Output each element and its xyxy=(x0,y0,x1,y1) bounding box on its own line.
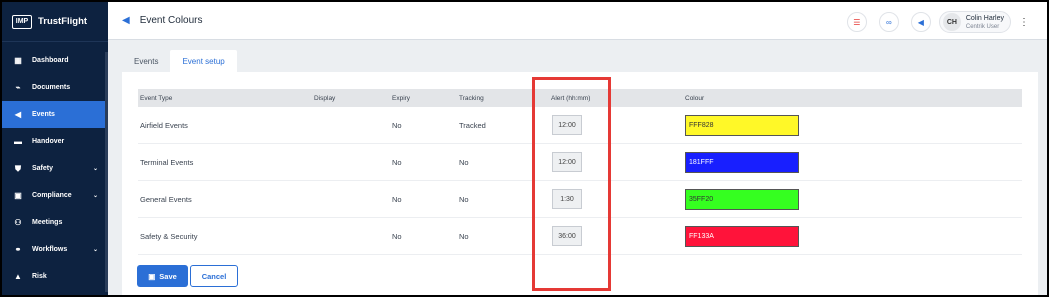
sidebar-item-safety[interactable]: ⛊ Safety ⌄ xyxy=(2,155,108,182)
expiry-cell: No xyxy=(392,231,402,241)
tab-bar: Events Event setup xyxy=(122,50,237,72)
event-type-cell: Airfield Events xyxy=(140,120,188,130)
warning-icon: ▲ xyxy=(14,272,22,281)
expiry-cell: No xyxy=(392,120,402,130)
compliance-icon: ▣ xyxy=(14,191,22,200)
sidebar-item-handover[interactable]: ▬ Handover xyxy=(2,128,108,155)
colour-picker-input[interactable]: 35FF20 xyxy=(685,188,799,210)
header: ◀ Event Colours ☰ ∞ ◀ CH Colin Harley Ce… xyxy=(108,2,1047,40)
cancel-button[interactable]: Cancel xyxy=(190,265,238,287)
app-window: IMP TrustFlight ▦ Dashboard ⌁ Documents ◀ Eve… xyxy=(2,2,1047,295)
avatar: CH xyxy=(942,13,961,31)
megaphone-icon: ◀ xyxy=(14,110,22,119)
more-options-icon[interactable]: ⋮ xyxy=(1019,17,1029,28)
sidebar-item-label: Compliance xyxy=(32,192,72,199)
column-header-event-type: Event Type xyxy=(140,94,173,102)
colour-picker-input[interactable]: FFF828 xyxy=(685,114,799,136)
user-info: Colin Harley Centrik User xyxy=(966,14,1004,31)
sidebar-item-label: Meetings xyxy=(32,219,63,226)
list-icon[interactable]: ☰ xyxy=(846,12,867,32)
sidebar-item-label: Dashboard xyxy=(32,57,69,64)
sidebar-item-dashboard[interactable]: ▦ Dashboard xyxy=(2,47,108,74)
sidebar: IMP TrustFlight ▦ Dashboard ⌁ Documents ◀ Eve… xyxy=(2,2,108,295)
brand[interactable]: IMP TrustFlight xyxy=(2,2,108,42)
link-icon[interactable]: ∞ xyxy=(878,12,899,32)
sidebar-scrollbar[interactable] xyxy=(105,52,108,292)
shield-icon: ⛊ xyxy=(15,163,21,173)
colour-cell: 35FF20 xyxy=(683,188,1022,210)
event-type-cell: Safety & Security xyxy=(140,231,198,241)
save-button-label: Save xyxy=(159,271,177,281)
colour-cell: 181FFF xyxy=(683,151,1022,173)
expiry-cell: No xyxy=(392,157,402,167)
colour-cell: FF133A xyxy=(683,225,1022,247)
chevron-down-icon: ⌄ xyxy=(92,166,98,172)
save-icon: ▣ xyxy=(148,271,156,281)
sidebar-item-label: Safety xyxy=(32,165,54,172)
sidebar-item-compliance[interactable]: ▣ Compliance ⌄ xyxy=(2,182,108,209)
megaphone-icon: ◀ xyxy=(122,15,130,26)
sidebar-item-label: Workflows xyxy=(32,246,68,253)
save-button[interactable]: ▣ Save xyxy=(137,265,188,287)
chevron-down-icon: ⌄ xyxy=(92,247,98,253)
sidebar-item-label: Handover xyxy=(32,138,65,145)
sidebar-item-workflows[interactable]: ⚭ Workflows ⌄ xyxy=(2,236,108,263)
paperclip-icon: ⌁ xyxy=(15,83,21,92)
brand-logo: IMP xyxy=(12,14,32,29)
colour-picker-input[interactable]: 181FFF xyxy=(685,151,799,173)
event-type-cell: General Events xyxy=(140,194,192,204)
event-type-cell: Terminal Events xyxy=(140,157,194,167)
sidebar-item-label: Events xyxy=(32,111,55,118)
column-header-display: Display xyxy=(314,94,336,102)
user-role: Centrik User xyxy=(965,23,1000,30)
form-actions: ▣ Save Cancel xyxy=(137,265,238,287)
sidebar-item-meetings[interactable]: ⚇ Meetings xyxy=(2,209,108,236)
sidebar-item-documents[interactable]: ⌁ Documents xyxy=(2,74,108,101)
sidebar-item-label: Risk xyxy=(32,273,47,280)
meetings-icon: ⚇ xyxy=(14,218,22,227)
handover-icon: ▬ xyxy=(14,137,22,146)
header-actions: ☰ ∞ ◀ CH Colin Harley Centrik User ⋮ xyxy=(835,11,1029,33)
workflows-icon: ⚭ xyxy=(14,245,22,254)
sidebar-item-events[interactable]: ◀ Events xyxy=(2,101,108,128)
user-menu[interactable]: CH Colin Harley Centrik User xyxy=(938,11,1011,33)
column-header-expiry: Expiry xyxy=(392,94,411,102)
chevron-down-icon: ⌄ xyxy=(92,193,98,199)
expiry-cell: No xyxy=(392,194,402,204)
tab-event-setup[interactable]: Event setup xyxy=(170,50,237,72)
sidebar-nav: ▦ Dashboard ⌁ Documents ◀ Events ▬ Handover ⛊ Saf… xyxy=(2,47,108,290)
brand-name: TrustFlight xyxy=(38,16,88,27)
colour-cell: FFF828 xyxy=(683,114,1022,136)
column-header-colour: Colour xyxy=(685,94,705,102)
colour-picker-input[interactable]: FF133A xyxy=(685,225,799,247)
user-name: Colin Harley xyxy=(965,14,1004,22)
megaphone-icon[interactable]: ◀ xyxy=(910,12,931,32)
page-title: Event Colours xyxy=(139,15,203,26)
sidebar-item-risk[interactable]: ▲ Risk xyxy=(2,263,108,290)
alert-column-highlight xyxy=(532,77,611,291)
sidebar-item-label: Documents xyxy=(32,84,71,91)
dashboard-icon: ▦ xyxy=(14,56,22,65)
tab-events[interactable]: Events xyxy=(122,50,170,72)
